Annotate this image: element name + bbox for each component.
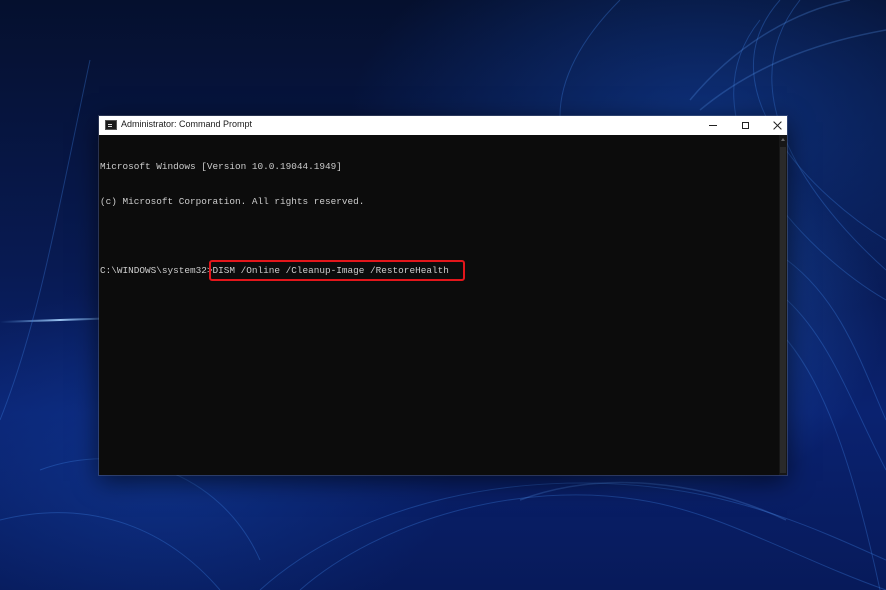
vertical-scrollbar[interactable]	[779, 135, 787, 475]
close-icon	[773, 121, 782, 130]
command-prompt-icon	[105, 120, 117, 130]
scrollbar-thumb[interactable]	[780, 147, 786, 473]
maximize-button[interactable]	[729, 116, 761, 135]
console-line-version: Microsoft Windows [Version 10.0.19044.19…	[100, 161, 342, 172]
command-prompt-path: C:\WINDOWS\system32>	[100, 264, 213, 276]
command-line[interactable]: C:\WINDOWS\system32>DISM /Online /Cleanu…	[100, 259, 779, 281]
window-title: Administrator: Command Prompt	[121, 119, 253, 129]
minimize-button[interactable]	[697, 116, 729, 135]
minimize-icon	[709, 125, 717, 126]
command-prompt-window[interactable]: Administrator: Command Prompt Microsoft …	[99, 116, 787, 475]
console-output[interactable]: Microsoft Windows [Version 10.0.19044.19…	[99, 135, 779, 475]
scroll-up-icon[interactable]	[781, 138, 785, 141]
maximize-icon	[741, 122, 749, 129]
title-bar[interactable]: Administrator: Command Prompt	[99, 116, 787, 135]
console-line-copyright: (c) Microsoft Corporation. All rights re…	[100, 195, 365, 207]
command-input[interactable]: DISM /Online /Cleanup-Image /RestoreHeal…	[208, 259, 465, 281]
command-highlight-box	[208, 259, 465, 281]
close-button[interactable]	[761, 116, 793, 135]
